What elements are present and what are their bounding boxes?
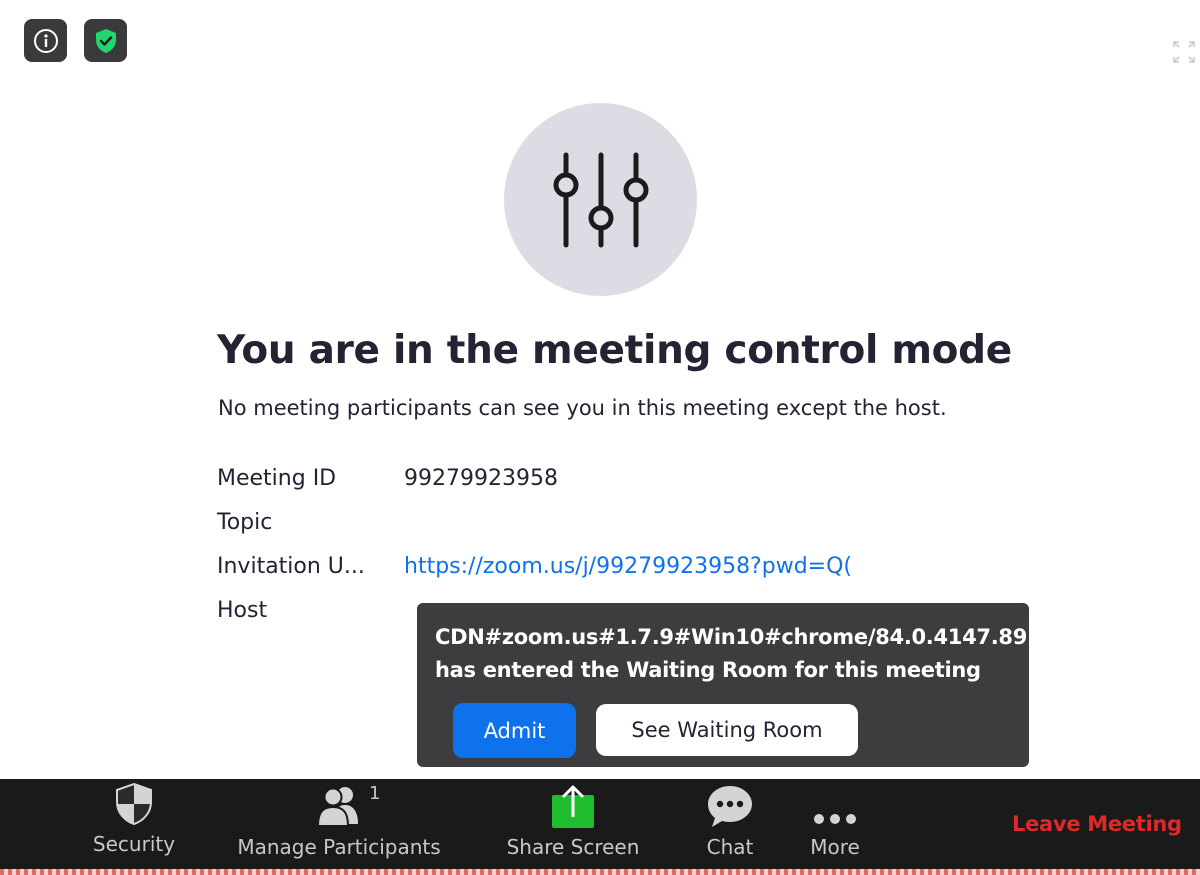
meeting-control-avatar [504, 103, 697, 296]
chat-button[interactable]: Chat [695, 779, 765, 869]
waiting-room-notification: CDN#zoom.us#1.7.9#Win10#chrome/84.0.4147… [417, 603, 1029, 767]
meeting-id-value: 99279923958 [404, 466, 558, 491]
participant-count-badge: 1 [369, 783, 381, 804]
bottom-edge-strip [0, 869, 1200, 875]
security-button[interactable]: Security [84, 779, 184, 869]
host-label: Host [217, 598, 268, 623]
admit-button[interactable]: Admit [453, 703, 576, 758]
page-subtitle: No meeting participants can see you in t… [218, 396, 947, 420]
invitation-url-label: Invitation U... [217, 554, 365, 579]
participants-icon [316, 787, 358, 827]
sliders-icon [553, 152, 648, 247]
manage-participants-label: Manage Participants [237, 835, 441, 859]
share-screen-label: Share Screen [506, 835, 640, 859]
encryption-status-button[interactable] [84, 19, 127, 62]
fullscreen-icon[interactable] [1172, 40, 1196, 64]
info-icon [33, 28, 58, 53]
leave-meeting-button[interactable]: Leave Meeting [1012, 812, 1182, 836]
security-label: Security [92, 832, 176, 856]
chat-label: Chat [706, 835, 754, 859]
topic-label: Topic [217, 510, 273, 535]
meeting-toolbar: Security 1 Manage Participants Share Scr… [0, 779, 1200, 869]
manage-participants-button[interactable]: 1 Manage Participants [234, 779, 444, 869]
chat-bubble-icon [708, 786, 752, 827]
meeting-info-button[interactable] [24, 19, 67, 62]
page-title: You are in the meeting control mode [217, 328, 1012, 373]
more-dots-icon [814, 814, 856, 824]
invitation-url-link[interactable]: https://zoom.us/j/99279923958?pwd=Q( [404, 554, 860, 579]
more-button[interactable]: More [800, 779, 870, 869]
share-screen-button[interactable]: Share Screen [503, 779, 643, 869]
more-label: More [810, 835, 860, 859]
waiting-room-message: CDN#zoom.us#1.7.9#Win10#chrome/84.0.4147… [435, 625, 1028, 682]
security-shield-icon [116, 783, 152, 825]
shield-check-icon [95, 28, 116, 53]
see-waiting-room-button[interactable]: See Waiting Room [596, 704, 858, 756]
share-screen-icon [552, 785, 594, 828]
meeting-id-label: Meeting ID [217, 466, 337, 491]
